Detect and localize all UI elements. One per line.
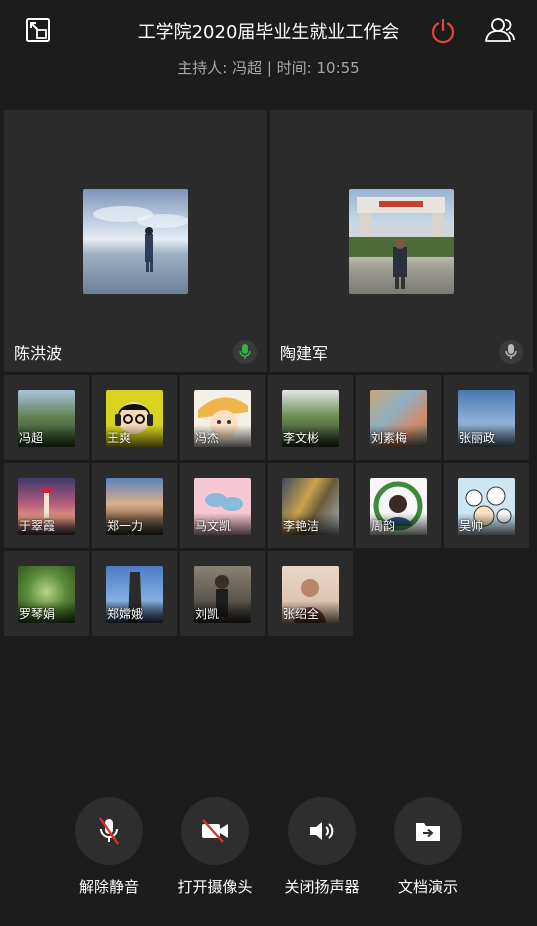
participant-tile[interactable]: 刘凯: [180, 551, 265, 636]
participant-tile[interactable]: 冯超: [4, 375, 89, 460]
document-share-button[interactable]: 文档演示: [383, 797, 473, 897]
mic-active-icon: [233, 340, 257, 364]
participant-name: 李艳洁: [283, 519, 320, 533]
participant-name: 冯杰: [195, 431, 220, 445]
minimize-window-icon[interactable]: [24, 16, 52, 44]
participant-tile[interactable]: 刘素梅: [356, 375, 441, 460]
participant-tile[interactable]: 李艳洁: [268, 463, 353, 548]
avatar: [83, 189, 189, 294]
folder-share-icon[interactable]: [394, 797, 462, 865]
participant-name: 张丽政: [459, 431, 496, 445]
participant-tile[interactable]: 吴帅: [444, 463, 529, 548]
camera-label: 打开摄像头: [177, 878, 253, 896]
participant-tile[interactable]: 郑嫦娥: [92, 551, 177, 636]
participant-name: 冯超: [19, 431, 44, 445]
meeting-controls: 解除静音 打开摄像头 关闭扬声器 文档演示: [0, 797, 537, 907]
participant-name: 张绍全: [283, 607, 320, 621]
unmute-label: 解除静音: [78, 878, 139, 896]
participant-tile[interactable]: 张丽政: [444, 375, 529, 460]
participant-name: 王爽: [107, 431, 132, 445]
participant-name: 于翠霞: [19, 519, 56, 533]
participant-tile[interactable]: 冯杰: [180, 375, 265, 460]
participant-name: 郑嫦娥: [107, 607, 144, 621]
participant-tile[interactable]: 周韵: [356, 463, 441, 548]
leave-meeting-power-icon[interactable]: [428, 16, 458, 46]
participant-name: 郑一力: [107, 519, 144, 533]
participants-icon[interactable]: [484, 16, 516, 44]
speaker-label: 关闭扬声器: [284, 878, 360, 896]
speaker-off-button[interactable]: 关闭扬声器: [277, 797, 367, 897]
participant-tile[interactable]: 张绍全: [268, 551, 353, 636]
camera-off-icon[interactable]: [181, 797, 249, 865]
participant-tile[interactable]: 罗琴娟: [4, 551, 89, 636]
speaker-icon[interactable]: [288, 797, 356, 865]
main-video-tile-2[interactable]: 陶建军: [270, 110, 533, 372]
participant-tile[interactable]: 王爽: [92, 375, 177, 460]
mic-idle-icon: [499, 340, 523, 364]
participant-tile[interactable]: 马文凯: [180, 463, 265, 548]
participant-name: 吴帅: [459, 519, 484, 533]
participant-tile[interactable]: 李文彬: [268, 375, 353, 460]
unmute-button[interactable]: 解除静音: [64, 797, 154, 897]
meeting-title: 工学院2020届毕业生就业工作会: [137, 22, 400, 43]
participant-name: 李文彬: [283, 431, 320, 445]
host-and-time: 主持人: 冯超 | 时间: 10:55: [177, 59, 360, 77]
participant-name: 罗琴娟: [19, 607, 56, 621]
speaker-name: 陈洪波: [14, 344, 63, 363]
avatar: [349, 189, 454, 294]
participant-tile[interactable]: 于翠霞: [4, 463, 89, 548]
document-share-label: 文档演示: [397, 878, 458, 896]
participant-name: 刘凯: [195, 607, 220, 621]
participant-name: 刘素梅: [371, 431, 408, 445]
camera-on-button[interactable]: 打开摄像头: [170, 797, 260, 897]
main-video-tile-1[interactable]: 陈洪波: [4, 110, 267, 372]
speaker-name: 陶建军: [280, 344, 329, 363]
participant-name: 马文凯: [195, 519, 232, 533]
meeting-header: 工学院2020届毕业生就业工作会 主持人: 冯超 | 时间: 10:55: [0, 0, 537, 100]
mic-muted-icon[interactable]: [75, 797, 143, 865]
participant-tile[interactable]: 郑一力: [92, 463, 177, 548]
participant-name: 周韵: [371, 519, 396, 533]
